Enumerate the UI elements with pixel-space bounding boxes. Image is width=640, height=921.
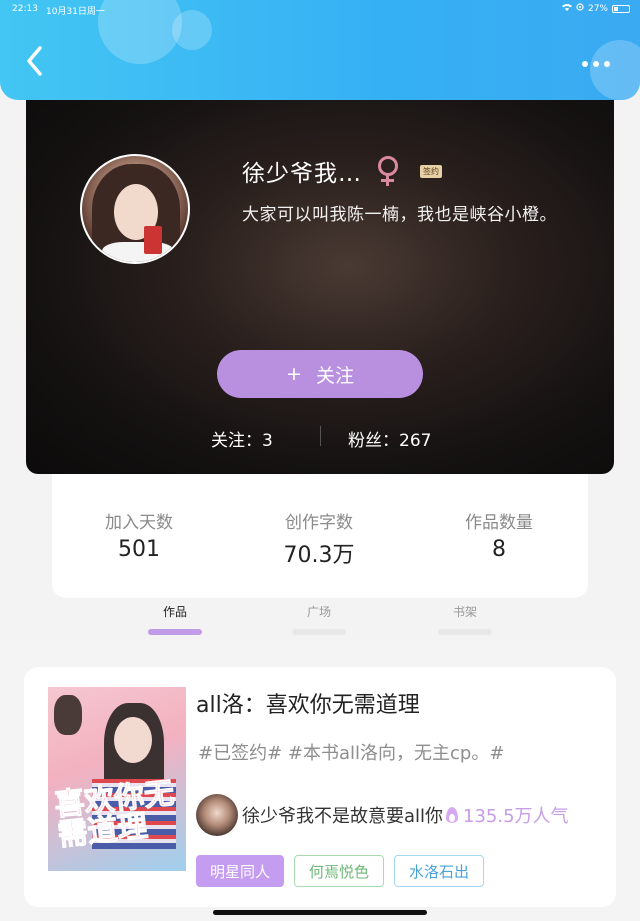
stat-value: 501 [118,537,160,562]
stat-label: 创作字数 [285,513,353,533]
book-card[interactable]: 喜欢你无需道理 all洛：喜欢你无需道理 #已签约# #本书all洛向，无主cp… [24,667,616,907]
follow-button[interactable]: + 关注 [217,350,423,398]
more-options-button[interactable] [576,52,616,76]
location-icon [576,3,584,14]
category-chips: 明星同人 何焉悦色 水洛石出 [196,855,485,887]
cover-title-art: 喜欢你无需道理 [52,775,176,854]
fire-icon [445,805,459,825]
following-count[interactable]: 关注：3 [211,426,273,451]
creator-stats-panel: 加入天数 501 创作字数 70.3万 作品数量 8 [52,474,588,598]
more-dots-icon [604,61,610,67]
book-cover-image[interactable]: 喜欢你无需道理 [48,687,186,871]
profile-name-row: 徐少爷我… 签约 [242,154,442,188]
profile-card: 徐少爷我… 签约 大家可以叫我陈一楠，我也是峡谷小橙。 + 关注 关注：3 粉丝… [26,96,614,474]
book-tags: #已签约# #本书all洛向，无主cp。# [198,743,505,764]
plus-icon: + [286,363,302,385]
popularity-count: 135.5万人气 [463,806,569,827]
more-dots-icon [582,61,588,67]
battery-icon [612,4,630,13]
signed-badge: 签约 [420,164,442,178]
tab-bookshelf[interactable]: 书架 [430,603,500,620]
follow-button-label: 关注 [315,364,354,387]
author-name[interactable]: 徐少爷我不是故意要all你 [242,802,443,828]
more-dots-icon [593,61,599,67]
tab-indicator-active [148,629,202,635]
stat-value: 70.3万 [283,543,355,568]
stat-word-count: 创作字数 70.3万 [234,508,404,569]
status-bar: 22:13 10月31日周一 27% [0,0,640,18]
stat-work-count: 作品数量 8 [414,508,584,562]
tab-square[interactable]: 广场 [284,603,354,620]
stat-label: 加入天数 [105,513,173,533]
fans-count[interactable]: 粉丝：267 [348,426,431,451]
top-header: 22:13 10月31日周一 27% [0,0,640,100]
tab-indicator [292,629,346,635]
home-indicator[interactable] [213,910,427,915]
tab-works[interactable]: 作品 [140,603,210,620]
stat-join-days: 加入天数 501 [54,508,224,562]
author-row: 徐少爷我不是故意要all你 135.5万人气 [196,793,569,837]
back-button[interactable] [20,46,48,80]
stat-value: 8 [492,537,506,562]
book-title[interactable]: all洛：喜欢你无需道理 [196,687,420,719]
status-time: 22:13 [12,4,38,14]
tab-indicator [438,629,492,635]
category-chip[interactable]: 水洛石出 [394,855,485,887]
profile-tabs: 作品 广场 书架 [0,600,640,640]
stat-label: 作品数量 [465,513,533,533]
follow-stats: 关注：3 粉丝：267 [26,422,614,452]
category-chip[interactable]: 明星同人 [196,855,285,887]
avatar[interactable] [80,154,190,264]
category-chip[interactable]: 何焉悦色 [294,855,385,887]
status-date: 10月31日周一 [46,7,105,17]
battery-percent: 27% [587,3,608,14]
status-indicators: 27% [561,3,630,14]
author-avatar[interactable] [196,794,238,836]
chevron-left-icon [25,45,43,81]
female-icon [376,156,398,186]
profile-name: 徐少爷我… [242,161,362,187]
wifi-icon [561,3,572,14]
profile-bio: 大家可以叫我陈一楠，我也是峡谷小橙。 [242,205,557,225]
divider [320,426,321,446]
